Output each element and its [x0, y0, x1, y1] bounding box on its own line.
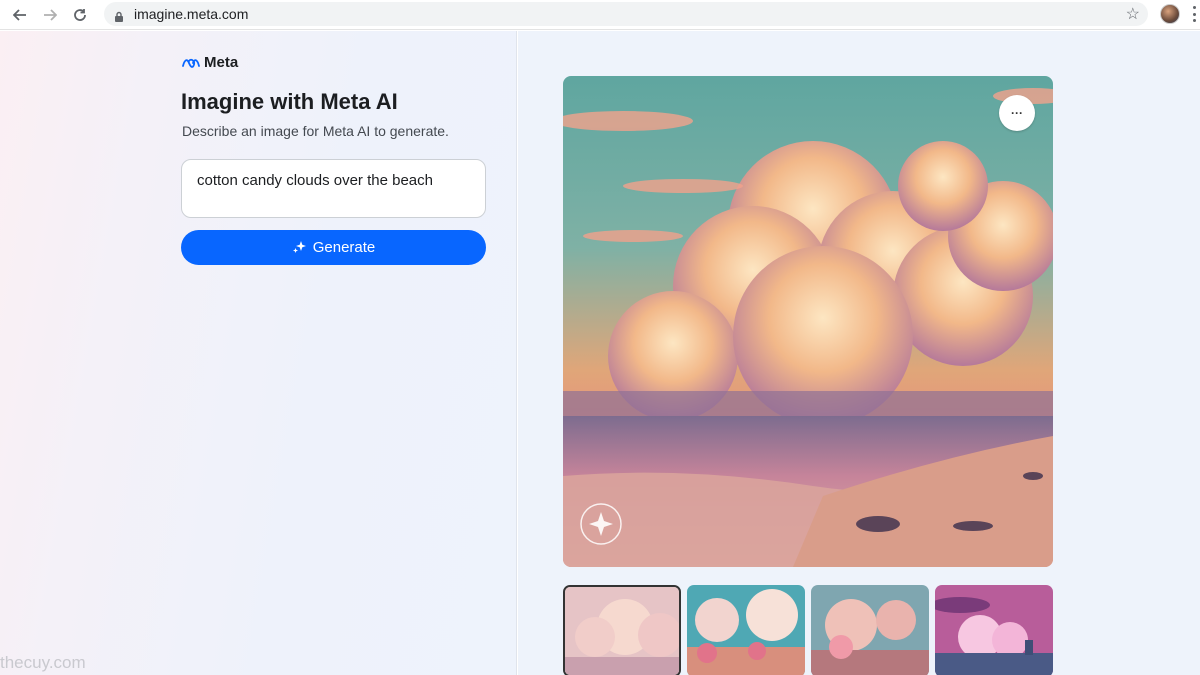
prompt-input[interactable]: cotton candy clouds over the beach: [181, 159, 486, 218]
sparkle-icon: [292, 241, 306, 253]
reload-icon[interactable]: [70, 5, 90, 25]
more-options-button[interactable]: ···: [999, 95, 1035, 131]
back-arrow-icon[interactable]: [10, 5, 30, 25]
page-title: Imagine with Meta AI: [181, 89, 398, 114]
generate-label: Generate: [312, 239, 376, 256]
browser-toolbar: imagine.meta.com ☆: [0, 0, 1200, 30]
brand-name: Meta: [204, 54, 239, 71]
meta-brand[interactable]: Meta: [181, 54, 238, 71]
forward-arrow-icon[interactable]: [40, 5, 60, 25]
browser-menu-icon[interactable]: [1193, 6, 1197, 22]
watermark-text: thecuy.com: [0, 653, 86, 672]
star-icon[interactable]: ☆: [1126, 4, 1140, 24]
generate-button[interactable]: Generate: [181, 230, 486, 265]
profile-avatar[interactable]: [1160, 4, 1180, 24]
address-bar[interactable]: imagine.meta.com ☆: [104, 2, 1148, 26]
url-text: imagine.meta.com: [134, 6, 249, 22]
thumbnail-4[interactable]: [935, 585, 1053, 675]
generated-image[interactable]: [563, 76, 1053, 567]
meta-infinity-logo: [182, 58, 200, 68]
thumbnail-2[interactable]: [687, 585, 805, 675]
page-subtitle: Describe an image for Meta AI to generat…: [182, 123, 449, 139]
left-panel: Meta Imagine with Meta AI Describe an im…: [0, 31, 517, 675]
lock-icon: [114, 9, 124, 22]
thumbnail-1[interactable]: [563, 585, 681, 675]
thumbnail-strip: [563, 585, 1053, 675]
thumbnail-3[interactable]: [811, 585, 929, 675]
right-panel: ···: [518, 31, 1200, 675]
